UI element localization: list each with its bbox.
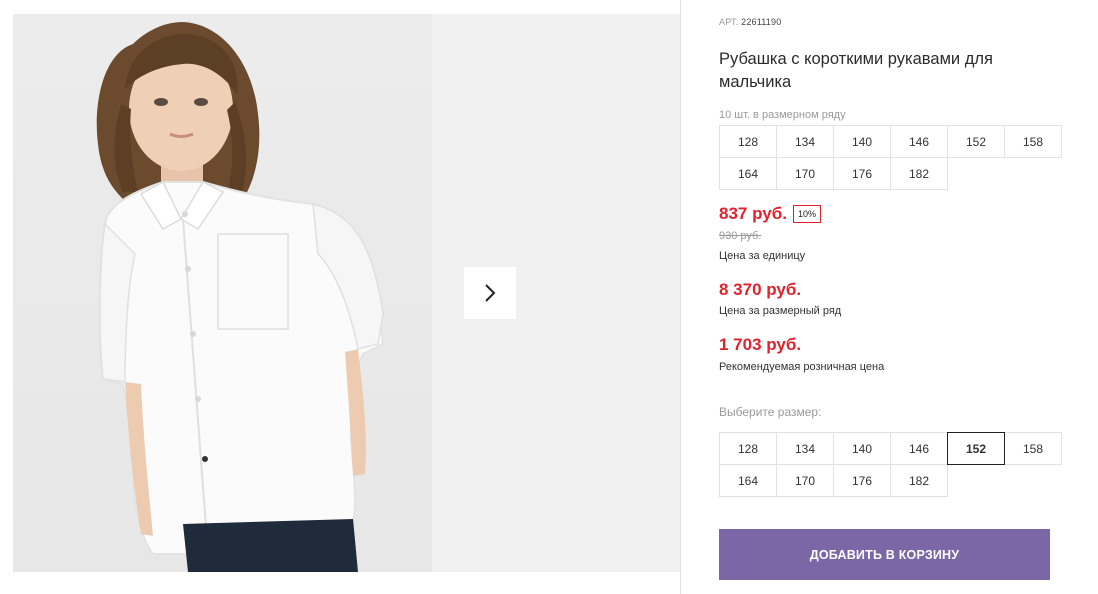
size-select-grid: 128 134 140 146 152 158 164 170 176 182 xyxy=(719,432,1062,497)
sku: АРТ. 22611190 xyxy=(719,17,781,27)
sku-label: АРТ. xyxy=(719,17,739,27)
product-title: Рубашка с короткими рукавами для мальчик… xyxy=(719,50,993,91)
size-select-label: Выберите размер: xyxy=(719,405,822,419)
sku-value: 22611190 xyxy=(741,17,782,27)
size-option-146[interactable]: 146 xyxy=(890,432,948,465)
pack-size-cell: 164 xyxy=(719,157,777,190)
pack-size-cell: 134 xyxy=(776,125,834,158)
size-option-128[interactable]: 128 xyxy=(719,432,777,465)
unit-price: 837 руб. xyxy=(719,204,787,223)
pack-size-cell: 146 xyxy=(890,125,948,158)
gallery-next-button[interactable] xyxy=(464,267,516,319)
pack-size-cell: 128 xyxy=(719,125,777,158)
discount-badge: 10% xyxy=(792,205,821,223)
size-option-164[interactable]: 164 xyxy=(719,464,777,497)
retail-price-caption: Рекомендуемая розничная цена xyxy=(719,361,885,373)
pack-size-grid: 128 134 140 146 152 158 164 170 176 182 xyxy=(719,125,1062,190)
retail-price: 1 703 руб. xyxy=(719,335,802,354)
pack-size-cell: 182 xyxy=(890,157,948,190)
unit-price-row: 837 руб. 10% xyxy=(719,204,821,224)
size-option-152[interactable]: 152 xyxy=(947,432,1005,465)
pack-size-cell: 176 xyxy=(833,157,891,190)
size-option-182[interactable]: 182 xyxy=(890,464,948,497)
product-gallery xyxy=(13,14,680,572)
pack-price-caption: Цена за размерный ряд xyxy=(719,305,842,317)
pack-size-cell: 140 xyxy=(833,125,891,158)
product-panel: АРТ. 22611190 Рубашка с короткими рукава… xyxy=(719,0,1079,594)
pack-note: 10 шт. в размерном ряду xyxy=(719,109,846,121)
size-option-134[interactable]: 134 xyxy=(776,432,834,465)
old-price: 930 руб. xyxy=(719,230,762,242)
pack-size-cell: 158 xyxy=(1004,125,1062,158)
boy-in-white-shirt-illustration xyxy=(96,22,385,572)
chevron-right-icon xyxy=(485,284,496,302)
pack-size-cell: 170 xyxy=(776,157,834,190)
unit-price-caption: Цена за единицу xyxy=(719,250,806,262)
pack-size-cell: 152 xyxy=(947,125,1005,158)
size-option-140[interactable]: 140 xyxy=(833,432,891,465)
size-option-158[interactable]: 158 xyxy=(1004,432,1062,465)
pack-price: 8 370 руб. xyxy=(719,280,802,299)
panel-divider xyxy=(680,0,681,594)
size-option-170[interactable]: 170 xyxy=(776,464,834,497)
size-option-176[interactable]: 176 xyxy=(833,464,891,497)
product-photo xyxy=(13,14,432,572)
add-to-cart-button[interactable]: ДОБАВИТЬ В КОРЗИНУ xyxy=(719,529,1050,580)
